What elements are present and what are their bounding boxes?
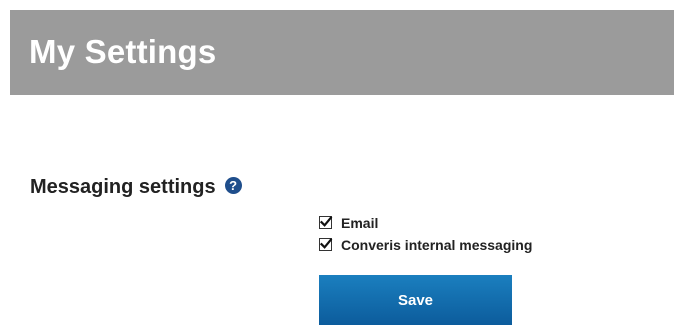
page-title: My Settings: [29, 33, 217, 70]
email-checkbox[interactable]: [319, 216, 333, 229]
checkmark-icon: [319, 216, 333, 227]
email-option-label: Email: [341, 214, 379, 231]
save-button[interactable]: Save: [319, 275, 512, 325]
settings-page: My Settings Messaging settings ? Email C…: [0, 0, 674, 333]
internal-messaging-option[interactable]: Converis internal messaging: [319, 234, 532, 255]
internal-messaging-option-label: Converis internal messaging: [341, 236, 533, 253]
page-header: My Settings: [10, 10, 674, 95]
internal-messaging-checkbox[interactable]: [319, 238, 333, 251]
messaging-settings-title: Messaging settings: [30, 176, 216, 198]
messaging-settings-heading-row: Messaging settings ?: [30, 175, 242, 199]
email-option[interactable]: Email: [319, 212, 532, 233]
help-question-icon[interactable]: ?: [224, 177, 242, 194]
messaging-options: Email Converis internal messaging: [319, 212, 532, 256]
checkmark-icon: [319, 238, 333, 249]
